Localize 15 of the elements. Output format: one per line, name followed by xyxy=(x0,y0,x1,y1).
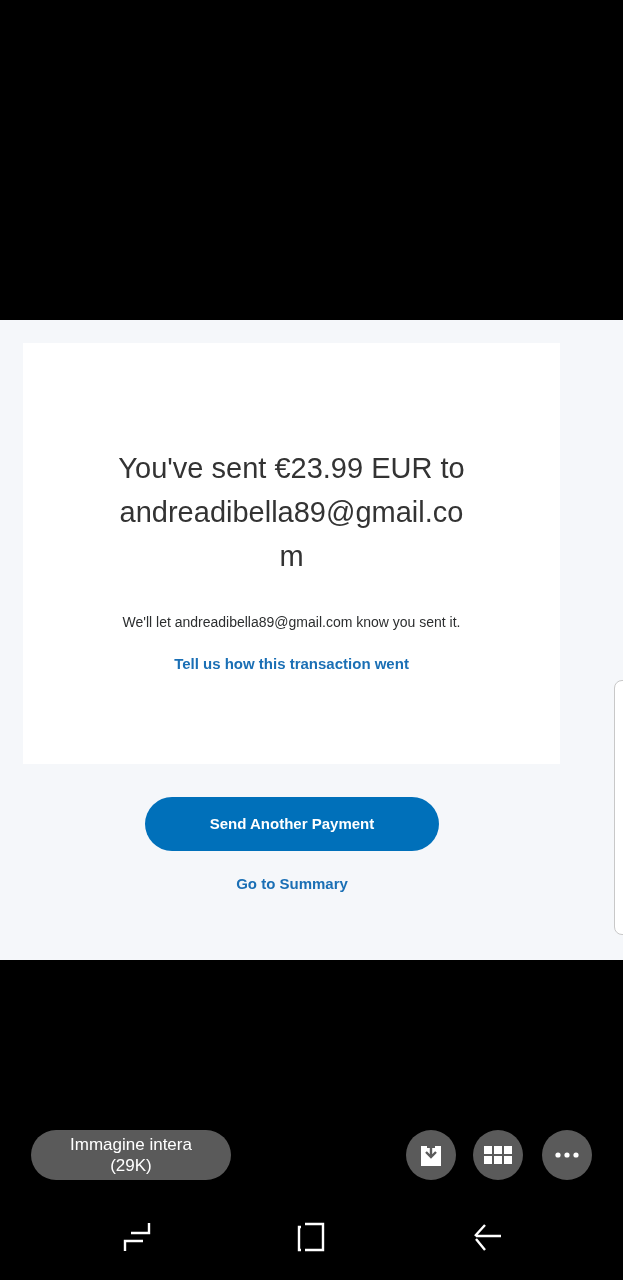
summary-link[interactable]: Go to Summary xyxy=(145,873,439,896)
feedback-link[interactable]: Tell us how this transaction went xyxy=(174,653,409,676)
notice-text: We'll let andreadibella89@gmail.com know you sent it. xyxy=(122,613,461,632)
confirmation-heading: You've sent €23.99 EUR to andreadibella89@gmail.com xyxy=(117,451,466,574)
recent-apps-icon[interactable] xyxy=(123,1222,151,1252)
full-image-button[interactable]: Immagine intera (29K) xyxy=(31,1130,231,1180)
more-button[interactable] xyxy=(542,1130,592,1180)
grid-icon xyxy=(484,1146,512,1164)
more-icon xyxy=(555,1152,579,1158)
home-icon[interactable] xyxy=(297,1222,325,1252)
download-button[interactable] xyxy=(406,1130,456,1180)
download-icon xyxy=(420,1143,442,1167)
send-another-payment-button[interactable]: Send Another Payment xyxy=(145,797,439,851)
grid-button[interactable] xyxy=(473,1130,523,1180)
back-icon[interactable] xyxy=(472,1222,502,1252)
